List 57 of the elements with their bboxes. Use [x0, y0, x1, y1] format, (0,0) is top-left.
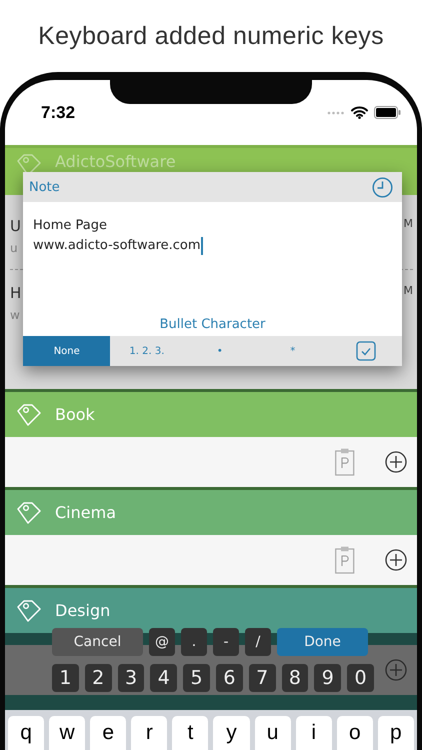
caption: Keyboard added numeric keys — [37, 21, 385, 52]
category-name: AdictoSoftware — [55, 152, 176, 171]
popup-title: Note — [29, 180, 60, 194]
add-icon[interactable] — [385, 451, 407, 473]
category-name: Book — [55, 405, 95, 424]
signal-icon — [327, 110, 345, 114]
text-cursor — [200, 237, 203, 255]
letter-key[interactable]: t — [172, 716, 208, 750]
tag-icon — [15, 500, 43, 526]
entry-title[interactable]: H — [10, 284, 22, 302]
digit-key[interactable]: 8 — [282, 664, 308, 692]
digit-key[interactable]: 7 — [248, 664, 276, 692]
tag-icon — [15, 402, 43, 428]
letter-key[interactable]: r — [131, 716, 168, 750]
digit-key[interactable]: 3 — [118, 664, 144, 692]
letter-key[interactable]: p — [378, 716, 414, 750]
add-icon[interactable] — [385, 549, 407, 571]
entry-subtitle: u — [10, 241, 18, 255]
digit-key[interactable]: 9 — [314, 664, 342, 692]
letter-key[interactable]: w — [49, 716, 86, 750]
wifi-icon — [351, 106, 368, 119]
note-line: Home Page — [33, 217, 107, 235]
battery-icon — [374, 106, 401, 119]
category-name: Cinema — [55, 503, 116, 522]
digit-key[interactable]: 2 — [84, 664, 112, 692]
note-line: www.adicto-software.com — [33, 237, 201, 255]
done-button[interactable]: Done — [277, 628, 368, 656]
section-label: Bullet Character — [158, 317, 266, 334]
bullet-option[interactable]: None — [23, 336, 110, 366]
letter-key[interactable]: y — [213, 716, 250, 750]
symbol-key[interactable]: . — [181, 628, 207, 656]
note-text-field[interactable]: Home Page www.adicto-software.com — [23, 202, 402, 317]
symbol-key[interactable]: @ — [149, 628, 175, 656]
clipboard-icon[interactable] — [335, 546, 355, 574]
tag-icon — [15, 598, 43, 624]
symbol-key[interactable]: - — [213, 628, 239, 656]
category-name: Design — [55, 601, 110, 620]
entry-subtitle: w — [10, 308, 20, 322]
digit-key[interactable]: 6 — [216, 664, 243, 692]
entry-time: M — [404, 284, 413, 299]
checkbox-icon[interactable] — [356, 341, 376, 361]
clock-icon[interactable] — [372, 176, 393, 198]
status-time: 7:32 — [41, 102, 76, 122]
entry-title[interactable]: U — [10, 217, 21, 235]
cancel-button[interactable]: Cancel — [52, 628, 143, 656]
digit-key[interactable]: 5 — [183, 664, 210, 692]
digit-key[interactable]: 1 — [52, 664, 79, 692]
letter-key[interactable]: o — [336, 716, 373, 750]
letter-key[interactable]: e — [90, 716, 126, 750]
clipboard-icon[interactable] — [335, 448, 355, 476]
letter-key[interactable]: q — [8, 716, 44, 750]
entry-time: M — [404, 217, 413, 232]
symbol-key[interactable]: / — [245, 628, 271, 656]
digit-key[interactable]: 0 — [347, 664, 374, 692]
letter-key[interactable]: i — [296, 716, 332, 750]
digit-key[interactable]: 4 — [150, 664, 178, 692]
letter-key[interactable]: u — [254, 716, 291, 750]
